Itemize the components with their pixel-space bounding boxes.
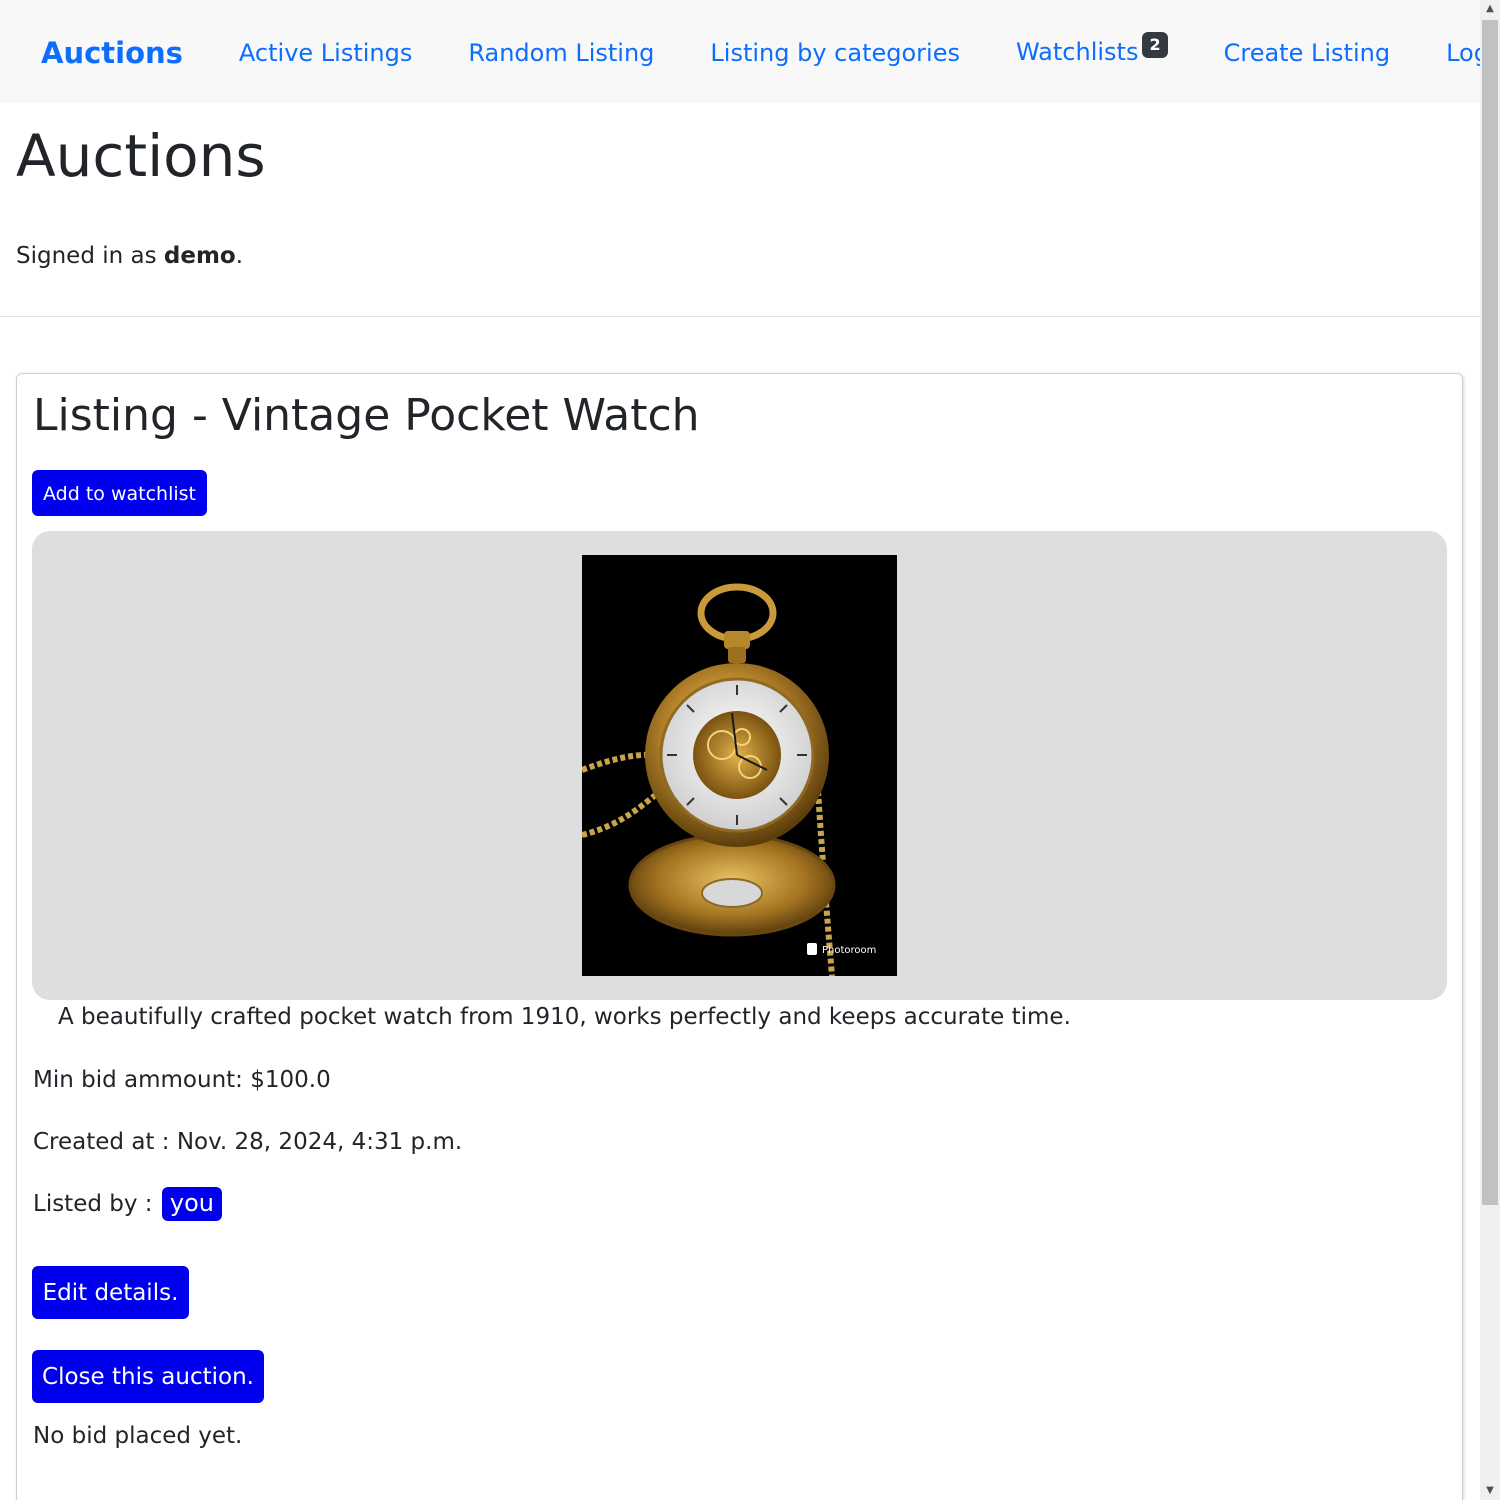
brand-link[interactable]: Auctions <box>41 36 183 70</box>
signed-in-suffix: . <box>235 243 244 269</box>
nav-random-listing[interactable]: Random Listing <box>468 39 654 67</box>
scroll-down-icon[interactable]: ▼ <box>1480 1482 1500 1500</box>
header-divider <box>0 316 1480 317</box>
page: Auctions Active Listings Random Listing … <box>0 0 1480 1500</box>
vertical-scrollbar[interactable]: ▲ ▼ <box>1480 0 1500 1500</box>
nav-listing-by-categories[interactable]: Listing by categories <box>710 39 960 67</box>
close-auction-button[interactable]: Close this auction. <box>32 1350 264 1403</box>
signed-in-text: Signed in as demo. <box>16 243 243 269</box>
nav-log-out[interactable]: Log Out <box>1446 39 1480 67</box>
add-to-watchlist-button[interactable]: Add to watchlist <box>32 470 207 516</box>
page-title: Auctions <box>16 122 266 190</box>
listing-image: Photoroom <box>582 555 897 976</box>
created-at: Created at : Nov. 28, 2024, 4:31 p.m. <box>33 1129 463 1155</box>
min-bid-amount: Min bid ammount: $100.0 <box>33 1067 331 1093</box>
listing-title: Listing - Vintage Pocket Watch <box>33 390 700 441</box>
nav-watchlists-label: Watchlists <box>1015 37 1139 66</box>
edit-details-button[interactable]: Edit details. <box>32 1266 189 1319</box>
scrollbar-thumb[interactable] <box>1482 20 1498 1205</box>
nav-create-listing[interactable]: Create Listing <box>1224 39 1390 67</box>
nav-watchlists[interactable]: Watchlists 2 <box>1015 31 1168 68</box>
pocket-watch-illustration: Photoroom <box>582 555 897 976</box>
listed-by: Listed by : you <box>33 1187 222 1221</box>
watchlist-count-badge: 2 <box>1142 31 1168 58</box>
scroll-up-icon[interactable]: ▲ <box>1480 0 1500 18</box>
listing-card: Listing - Vintage Pocket Watch Add to wa… <box>16 373 1463 1500</box>
signed-in-prefix: Signed in as <box>16 243 164 269</box>
listing-description: A beautifully crafted pocket watch from … <box>58 1004 1071 1030</box>
nav-active-listings[interactable]: Active Listings <box>239 39 412 67</box>
listing-image-panel: Photoroom <box>32 531 1447 1000</box>
signed-in-username: demo <box>163 243 236 269</box>
listed-by-user-badge[interactable]: you <box>161 1187 222 1221</box>
navbar: Auctions Active Listings Random Listing … <box>0 0 1480 103</box>
bid-status: No bid placed yet. <box>33 1423 243 1449</box>
listed-by-label: Listed by : <box>33 1191 160 1217</box>
photoroom-watermark: Photoroom <box>822 945 876 956</box>
